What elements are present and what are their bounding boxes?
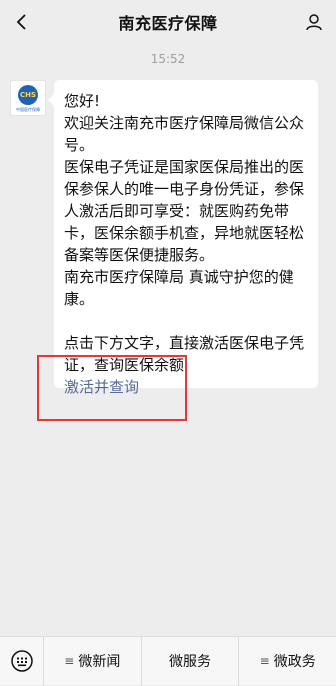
menu-item-government[interactable]: ≡ 微政务 — [239, 637, 336, 686]
message-timestamp: 15:52 — [150, 52, 186, 66]
menu-lines-icon: ≡ — [259, 654, 270, 668]
message-bubble: 您好! 欢迎关注南充市医疗保障局微信公众号。 医保电子凭证是国家医保局推出的医保… — [48, 80, 318, 396]
nav-bar: 南充医疗保障 — [0, 0, 336, 44]
logo-caption: 中国医疗保障 — [16, 106, 40, 112]
profile-button[interactable] — [300, 8, 328, 36]
menu-item-news-label: 微新闻 — [78, 654, 121, 670]
message-greeting: 您好! — [64, 92, 101, 110]
menu-item-services-label: 微服务 — [169, 654, 211, 670]
menu-item-news[interactable]: ≡ 微新闻 — [44, 636, 142, 686]
menu-item-services[interactable]: 微服务 — [142, 636, 240, 686]
chs-logo-icon: CHS — [18, 84, 38, 105]
back-button[interactable] — [8, 8, 36, 36]
bottom-menu: ≡ 微新闻 微服务 ≡ 微政务 — [0, 636, 336, 686]
message-signoff: 南充市医疗保障局 真诚守护您的健康。 — [64, 268, 294, 308]
highlight-box — [37, 355, 187, 421]
menu-item-government-label: 微政务 — [273, 654, 316, 670]
keyboard-icon — [10, 650, 33, 672]
message-body: 医保电子凭证是国家医保局推出的医保参保人的唯一电子身份凭证，参保人激活后即可享受… — [64, 158, 305, 264]
chevron-left-icon — [16, 14, 26, 30]
keyboard-toggle-button[interactable] — [0, 636, 44, 686]
person-icon — [306, 14, 322, 31]
page-title: 南充医疗保障 — [118, 14, 218, 33]
message-welcome: 欢迎关注南充市医疗保障局微信公众号。 — [64, 114, 305, 154]
menu-lines-icon: ≡ — [64, 654, 75, 668]
account-avatar[interactable]: CHS 中国医疗保障 — [10, 80, 46, 116]
